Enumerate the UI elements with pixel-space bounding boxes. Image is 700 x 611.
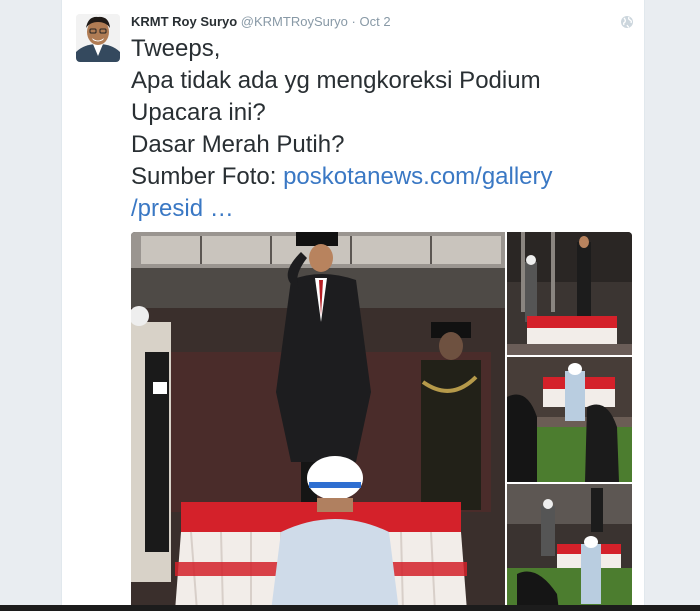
thumbnail-3[interactable] — [507, 484, 632, 611]
source-link-part1: poskotanews.com/gallery — [283, 163, 553, 190]
thumbnail-2[interactable] — [507, 357, 632, 482]
author-name[interactable]: KRMT Roy Suryo — [131, 14, 237, 29]
thumbnail-1[interactable] — [507, 232, 632, 355]
author-handle[interactable]: @KRMTRoySuryo — [241, 14, 348, 29]
globe-icon — [621, 16, 633, 28]
tweet-text-line: Upacara ini? — [131, 99, 266, 126]
taskbar-edge — [0, 605, 700, 611]
tweet-text-line: Tweeps, — [131, 35, 221, 62]
tweet-text-line: Dasar Merah Putih? — [131, 131, 345, 158]
source-link-part2: /presid … — [131, 195, 234, 222]
tweet-text-line: Sumber Foto: — [131, 163, 284, 190]
avatar[interactable] — [76, 14, 120, 62]
tweet-text-line: Apa tidak ada yg mengkoreksi Podium — [131, 67, 541, 94]
media-grid — [131, 232, 632, 611]
tweet-text: Tweeps, Apa tidak ada yg mengkoreksi Pod… — [131, 33, 631, 225]
tweet-header: KRMT Roy Suryo @KRMTRoySuryo · Oct 2 — [131, 14, 391, 30]
tweet-timestamp[interactable]: Oct 2 — [360, 14, 391, 29]
main-photo[interactable] — [131, 232, 505, 611]
meta-separator: · — [351, 14, 356, 29]
